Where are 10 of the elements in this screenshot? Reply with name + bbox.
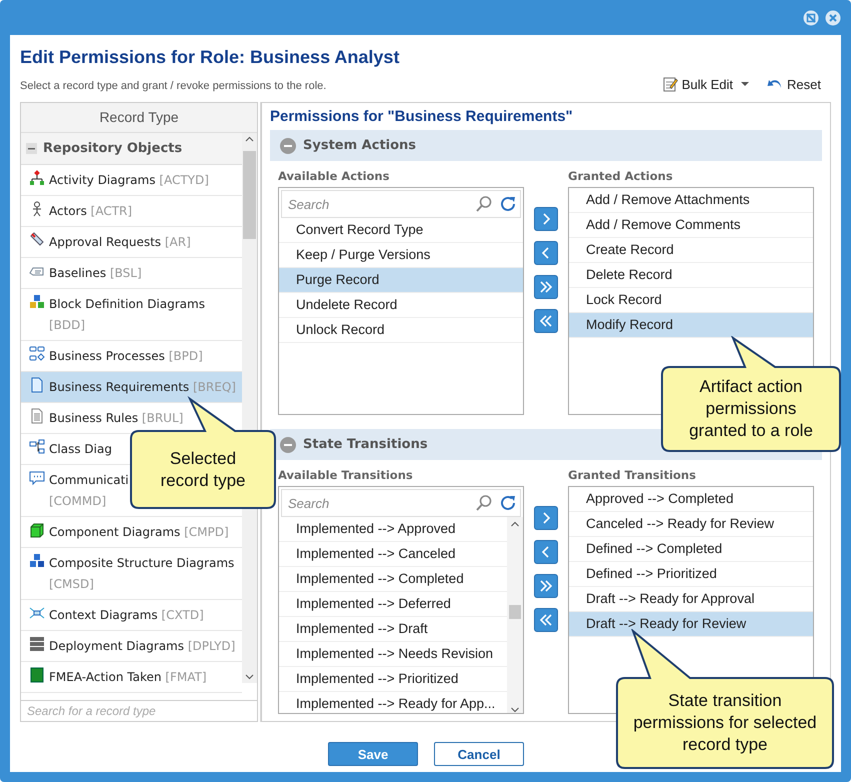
list-label: Available Actions [278,169,390,183]
list-label: Available Transitions [278,468,414,482]
list-label: Granted Transitions [568,468,697,482]
list-label: Granted Actions [568,169,674,183]
panel-header: Record Type [21,103,257,133]
group-label: Repository Objects [43,141,182,156]
dialog-subtitle: Select a record type and grant / revoke permissions to the role. [20,80,326,94]
permissions-heading: Permissions for "Business Requirements" [270,107,574,127]
callout-tooltip: Artifact action permissions granted to a role [660,336,842,453]
dialog-title: Edit Permissions for Role: Business Analyst [20,47,400,68]
